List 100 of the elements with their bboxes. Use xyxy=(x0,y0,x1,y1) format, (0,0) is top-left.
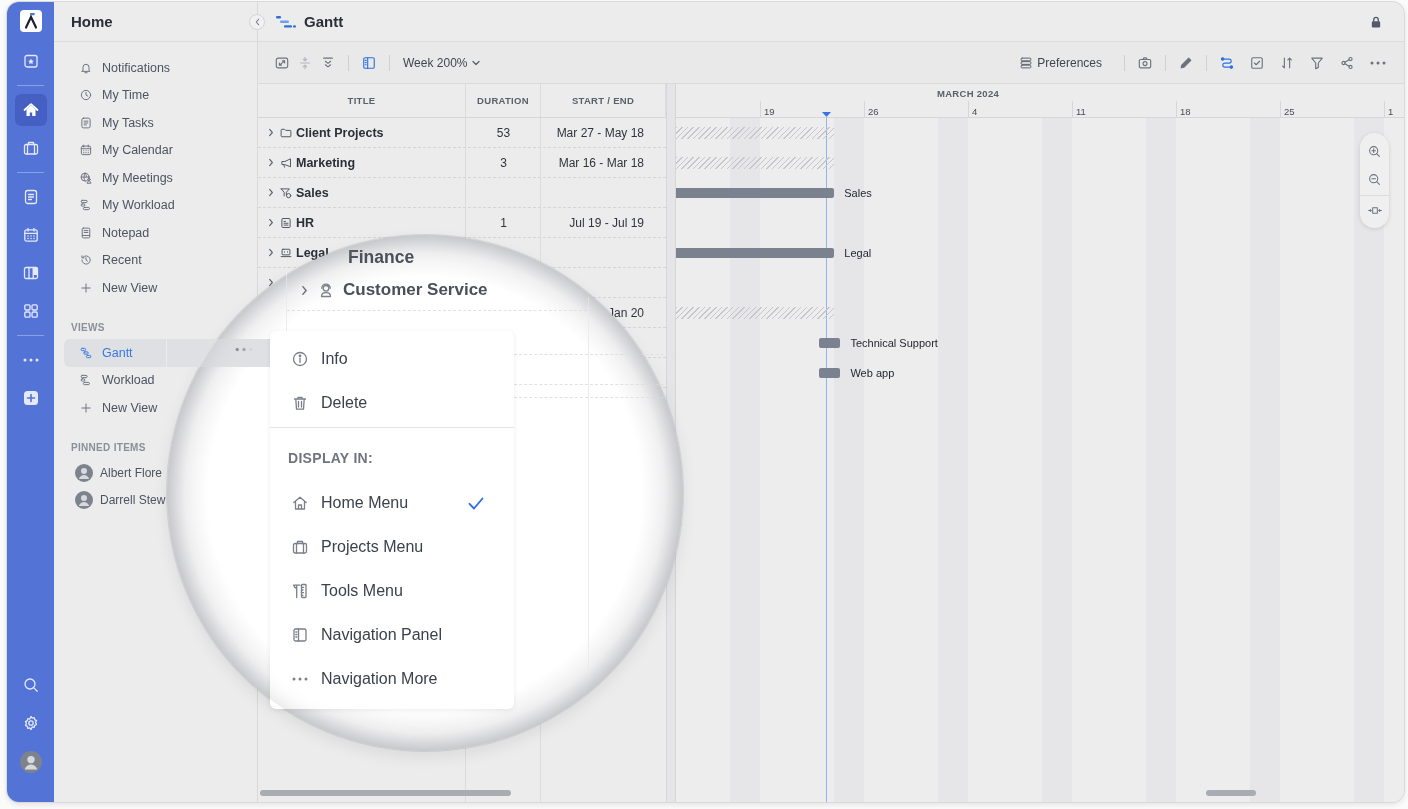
columns-icon xyxy=(22,265,39,281)
menu-item[interactable]: Delete xyxy=(270,381,514,425)
chevron-lines-icon[interactable] xyxy=(321,55,335,70)
bar-label: Technical Support xyxy=(850,336,938,350)
settings-icon xyxy=(22,715,39,731)
gantt-bar xyxy=(819,338,841,348)
sidebar-item[interactable]: My Workload xyxy=(64,191,183,219)
sidebar-item[interactable]: New View xyxy=(64,394,166,422)
bar-label: Legal xyxy=(844,246,872,260)
gantt-bar xyxy=(819,368,841,378)
scale-dropdown[interactable]: Week 200% xyxy=(403,55,482,70)
logo-icon[interactable] xyxy=(19,10,42,32)
lock-icon[interactable] xyxy=(1371,15,1381,28)
plus-icon xyxy=(80,401,92,414)
person-icon xyxy=(318,282,334,298)
task-title: Marketing xyxy=(296,155,356,170)
menu-section-label: DISPLAY IN: xyxy=(287,449,374,468)
layers-icon xyxy=(1020,56,1033,69)
flow-icon[interactable] xyxy=(1220,55,1234,70)
menu-item[interactable]: Projects Menu xyxy=(270,525,514,569)
zoom-in-icon[interactable] xyxy=(1368,145,1381,158)
grid-icon xyxy=(22,303,39,319)
avatar-icon xyxy=(75,491,93,510)
week-label: 19 xyxy=(764,106,775,117)
page-title: Gantt xyxy=(304,13,344,30)
table-cell: 3 xyxy=(500,155,507,170)
sort-icon[interactable] xyxy=(1280,55,1294,70)
zoom-out-icon[interactable] xyxy=(1368,173,1381,186)
chevron-icon[interactable] xyxy=(268,278,274,287)
table-cell: Jul 19 - Jul 19 xyxy=(569,215,644,230)
chevron-icon[interactable] xyxy=(268,158,274,167)
bell-icon xyxy=(80,61,92,74)
card-icon xyxy=(280,216,292,229)
camera-icon[interactable] xyxy=(1138,55,1152,70)
sidebar-item[interactable]: My Time xyxy=(64,81,166,109)
trash-icon xyxy=(292,395,308,411)
sidebar-item[interactable]: Notifications xyxy=(64,54,179,82)
document-icon xyxy=(22,189,39,205)
bar-label: Web app xyxy=(850,366,895,380)
group-heading: Finance xyxy=(348,246,415,268)
chevron-icon[interactable] xyxy=(268,248,274,257)
task-title: Legal xyxy=(296,245,329,260)
pencil-icon[interactable] xyxy=(1179,55,1193,70)
more-icon[interactable] xyxy=(235,347,253,352)
sidebar-item[interactable]: Recent xyxy=(64,246,166,274)
search-icon xyxy=(22,677,39,693)
scrollbar-thumb[interactable] xyxy=(260,790,511,796)
sidebar-item[interactable]: My Calendar xyxy=(64,136,181,164)
collapse-button[interactable] xyxy=(249,14,265,30)
column-header: TITLE xyxy=(258,84,466,117)
home-icon xyxy=(22,102,39,118)
task-title: Client Projects xyxy=(296,125,384,140)
history-icon xyxy=(80,254,92,267)
avatar-icon[interactable] xyxy=(19,751,42,773)
chevron-icon[interactable] xyxy=(268,128,274,137)
menu-item[interactable]: Tools Menu xyxy=(270,569,514,613)
menu-item[interactable]: Navigation Panel xyxy=(270,613,514,657)
column-header: DURATION xyxy=(466,84,541,117)
info-icon xyxy=(292,351,308,367)
checkbox-icon[interactable] xyxy=(1250,55,1264,70)
sidebar-item[interactable]: New View xyxy=(64,274,166,302)
gantt-icon xyxy=(80,346,92,359)
chevron-icon[interactable] xyxy=(268,188,274,197)
sidebar-item[interactable]: Workload xyxy=(64,366,166,394)
menu-item[interactable]: Home Menu xyxy=(270,481,514,525)
sidebar-item[interactable]: My Tasks xyxy=(64,109,166,137)
avatar-icon xyxy=(75,463,93,482)
preferences-button[interactable]: Preferences xyxy=(1020,55,1102,70)
pinned-item[interactable]: Darrell Stew xyxy=(64,486,166,514)
fit-icon[interactable] xyxy=(1367,207,1382,214)
pinned-item[interactable]: Albert Flore xyxy=(64,459,163,487)
calendar-icon xyxy=(22,227,39,243)
briefcase-icon xyxy=(292,539,308,555)
more-icon xyxy=(292,677,308,681)
panel-icon[interactable] xyxy=(362,55,376,70)
megaphone-icon xyxy=(280,156,292,169)
filter-icon[interactable] xyxy=(1310,55,1324,70)
share-icon[interactable] xyxy=(1340,55,1354,70)
scrollbar-thumb[interactable] xyxy=(1206,790,1256,796)
task-title: Customer Service xyxy=(343,279,488,301)
expand-icon[interactable] xyxy=(275,55,289,70)
calendar-icon xyxy=(80,144,92,157)
notepad-icon xyxy=(80,226,92,239)
section-heading: PINNED ITEMS xyxy=(70,440,147,455)
table-cell: 53 xyxy=(496,125,511,140)
bar-label: Sales xyxy=(844,186,872,200)
nav-button[interactable] xyxy=(14,94,47,126)
more-icon[interactable] xyxy=(1370,60,1386,65)
chevron-icon[interactable] xyxy=(268,218,274,227)
bars-icon xyxy=(80,374,92,387)
week-label: 26 xyxy=(868,106,879,117)
week-label: 11 xyxy=(1076,106,1086,117)
table-cell: 1 xyxy=(500,215,507,230)
chevron-icon[interactable] xyxy=(301,285,308,296)
chevron-left-icon xyxy=(254,18,260,26)
sidebar-item[interactable]: My Meetings xyxy=(64,164,181,192)
menu-item[interactable]: Info xyxy=(270,337,514,381)
week-label: 25 xyxy=(1284,106,1295,117)
menu-item[interactable]: Navigation More xyxy=(270,657,514,701)
sidebar-item[interactable]: Notepad xyxy=(64,219,166,247)
